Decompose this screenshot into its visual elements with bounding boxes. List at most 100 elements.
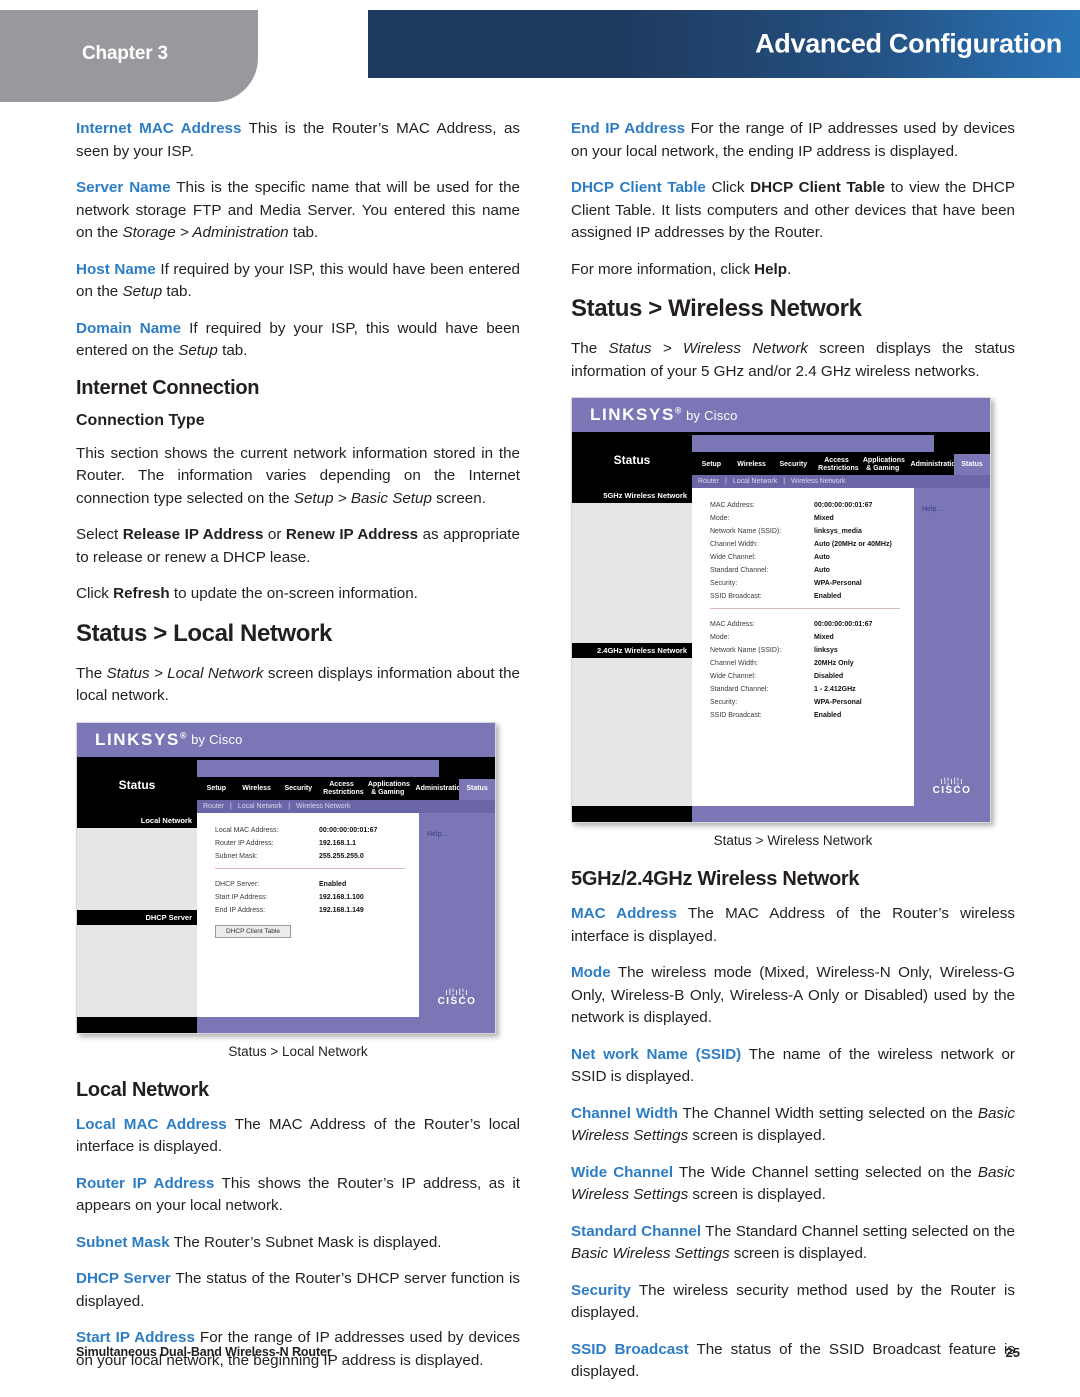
paragraph-refresh: Click Refresh to update the on-screen in… — [76, 583, 520, 606]
by-cisco-label: by Cisco — [191, 732, 243, 747]
text-domain-name-tail: tab. — [217, 342, 248, 359]
kv-value: Mixed — [814, 634, 834, 641]
paragraph-mode: Mode The wireless mode (Mixed, Wireless-… — [571, 962, 1015, 1030]
term-router-ip-address: Router IP Address — [76, 1174, 215, 1192]
paragraph-host-name: Host Name If required by your ISP, this … — [76, 259, 520, 304]
router-body: Local Network DHCP Server Local MAC Addr… — [77, 812, 495, 1017]
router-tab-applications-gaming[interactable]: Applications & Gaming — [364, 781, 412, 797]
router-row-5ghz-ssid-broadcast: SSID Broadcast: Enabled — [710, 593, 914, 600]
kv-key: Mode: — [710, 515, 730, 522]
italic-setup-1: Setup — [122, 283, 163, 300]
text-server-name-tail: tab. — [288, 224, 319, 241]
router-top-strip — [692, 435, 934, 452]
router-divider — [710, 608, 900, 609]
router-row-subnet-mask: Subnet Mask: 255.255.255.0 — [215, 853, 419, 860]
router-row-24ghz-security: Security: WPA-Personal — [710, 699, 914, 706]
term-dhcp-server: DHCP Server — [76, 1270, 171, 1287]
kv-value: 1 - 2.412GHz — [814, 686, 856, 693]
router-tab-wireless[interactable]: Wireless — [731, 461, 773, 469]
router-tab-wireless[interactable]: Wireless — [236, 785, 278, 793]
router-tab-status[interactable]: Status — [954, 454, 990, 475]
router-subtab-bar: Router | Local Network | Wireless Networ… — [692, 475, 990, 488]
right-column: End IP Address For the range of IP addre… — [571, 118, 1015, 1397]
router-subtab-router[interactable]: Router — [203, 803, 224, 810]
paragraph-status-wireless-network: The Status > Wireless Network screen dis… — [571, 338, 1015, 383]
text-wide-channel-pre: The Wide Channel setting selected on the — [673, 1163, 978, 1181]
router-row-24ghz-wide-channel: Wide Channel: Disabled — [710, 673, 914, 680]
router-tab-security[interactable]: Security — [277, 785, 319, 793]
figure-status-local-network: LINKSYS® by Cisco Status Setup Wireless … — [76, 721, 520, 1059]
heading-internet-connection: Internet Connection — [76, 376, 260, 399]
paragraph-status-local-network: The Status > Local Network screen displa… — [76, 663, 520, 708]
router-row-24ghz-standard-channel: Standard Channel: 1 - 2.412GHz — [710, 686, 914, 693]
kv-value: 255.255.255.0 — [319, 852, 364, 860]
router-tab-security[interactable]: Security — [772, 461, 814, 469]
router-subtab-local-network[interactable]: Local Network — [238, 803, 282, 810]
paragraph-security: Security The wireless security method us… — [571, 1280, 1015, 1325]
kv-value: Disabled — [814, 673, 844, 680]
router-section-label-dhcp-server: DHCP Server — [77, 909, 197, 925]
left-column: Internet MAC Address This is the Router’… — [76, 118, 520, 1372]
heading-status-wireless-network: Status > Wireless Network — [571, 295, 862, 322]
router-tab-bar: Setup Wireless Security Access Restricti… — [692, 454, 990, 475]
router-row-24ghz-ssid-broadcast: SSID Broadcast: Enabled — [710, 712, 914, 719]
router-row-24ghz-ssid: Network Name (SSID): linksys — [710, 647, 914, 654]
router-side-fill-1 — [77, 827, 197, 910]
bold-release-ip-address: Release IP Address — [122, 526, 264, 543]
paragraph-connection-type: This section shows the current network i… — [76, 443, 520, 511]
router-status-title: Status — [77, 756, 197, 813]
router-tab-administration[interactable]: Administration — [412, 785, 465, 793]
kv-value: 00:00:00:00:01:67 — [319, 826, 378, 834]
router-tab-setup[interactable]: Setup — [692, 461, 731, 469]
router-tab-administration[interactable]: Administration — [907, 461, 960, 469]
router-row-5ghz-standard-channel: Standard Channel: Auto — [710, 567, 914, 574]
router-main-column: MAC Address: 00:00:00:00:01:67 Mode: Mix… — [692, 488, 914, 806]
router-subtab-wireless-network[interactable]: Wireless Network — [791, 478, 845, 485]
text-channel-width-pre: The Channel Width setting selected on th… — [677, 1104, 978, 1122]
router-footer-left — [572, 806, 692, 822]
router-row-5ghz-mode: Mode: Mixed — [710, 515, 914, 522]
router-divider — [215, 867, 405, 869]
registered-mark-icon: ® — [674, 405, 684, 416]
term-ssid-broadcast: SSID Broadcast — [571, 1340, 689, 1358]
term-standard-channel: Standard Channel — [571, 1222, 702, 1240]
router-help-link[interactable]: Help... — [419, 813, 495, 838]
router-tab-status[interactable]: Status — [459, 778, 495, 800]
kv-key: Subnet Mask: — [215, 852, 258, 860]
kv-key: Mode: — [710, 634, 730, 641]
router-body: 5GHz Wireless Network 2.4GHz Wireless Ne… — [572, 488, 990, 806]
router-subtab-wireless-network[interactable]: Wireless Network — [296, 803, 350, 810]
router-subtab-local-network[interactable]: Local Network — [733, 478, 777, 485]
router-help-column: Help... ıl¦ıl¦ı CISCO — [914, 488, 990, 806]
cisco-logo: ıl¦ıl¦ı CISCO — [419, 987, 495, 1007]
linksys-logo: LINKSYS® — [95, 729, 189, 749]
router-help-link[interactable]: Help... — [914, 488, 990, 513]
router-tab-access-restrictions[interactable]: Access Restrictions — [814, 457, 859, 473]
kv-value: Auto — [814, 567, 830, 574]
router-subtab-router[interactable]: Router — [698, 478, 719, 485]
kv-value: linksys_media — [814, 528, 862, 535]
term-dhcp-client-table: DHCP Client Table — [571, 179, 706, 196]
figure-caption-wireless-network: Status > Wireless Network — [713, 833, 873, 848]
router-top-strip — [197, 759, 439, 777]
kv-key: SSID Broadcast: — [710, 593, 762, 600]
router-tab-bar: Setup Wireless Security Access Restricti… — [197, 778, 495, 800]
text-status-wireless-pre: The — [571, 340, 609, 357]
router-tab-setup[interactable]: Setup — [197, 785, 236, 793]
kv-value: 20MHz Only — [814, 660, 854, 667]
paragraph-channel-width: Channel Width The Channel Width setting … — [571, 1103, 1015, 1148]
router-section-label-5ghz: 5GHz Wireless Network — [572, 488, 692, 503]
kv-key: SSID Broadcast: — [710, 712, 762, 719]
kv-value: linksys — [814, 647, 838, 654]
kv-value: Enabled — [319, 880, 347, 888]
kv-value: Mixed — [814, 515, 834, 522]
paragraph-domain-name: Domain Name If required by your ISP, thi… — [76, 318, 520, 363]
router-tab-applications-gaming[interactable]: Applications & Gaming — [859, 457, 907, 473]
paragraph-subnet-mask: Subnet Mask The Router’s Subnet Mask is … — [76, 1232, 520, 1255]
dhcp-client-table-button[interactable]: DHCP Client Table — [215, 924, 291, 938]
router-tab-access-restrictions[interactable]: Access Restrictions — [319, 781, 364, 797]
figure-status-wireless-network: LINKSYS® by Cisco Status Setup Wireless … — [571, 397, 1015, 848]
kv-key: End IP Address: — [215, 906, 266, 914]
subtab-divider-1: | — [725, 478, 727, 485]
paragraph-router-ip-address: Router IP Address This shows the Router’… — [76, 1173, 520, 1218]
